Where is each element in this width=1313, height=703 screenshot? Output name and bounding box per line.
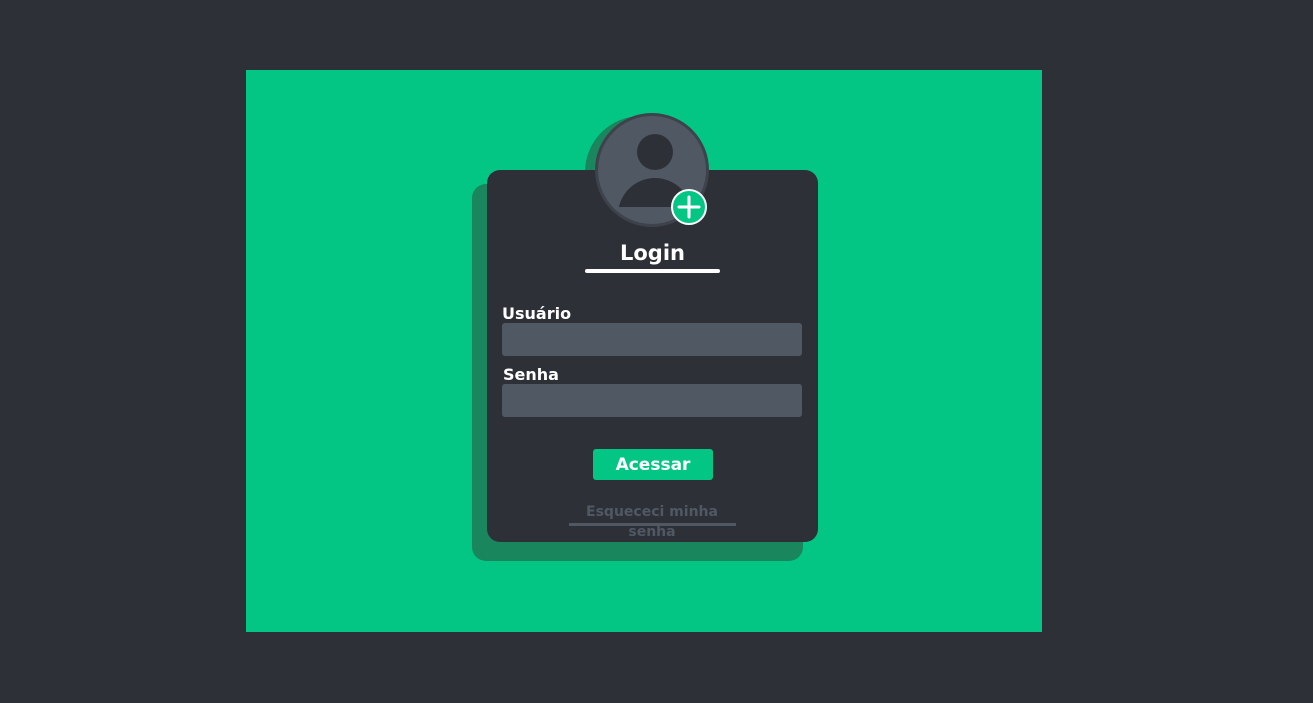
forgot-password-underline	[569, 523, 736, 526]
plus-icon	[677, 195, 701, 219]
add-photo-button[interactable]	[671, 189, 707, 225]
title-underline	[585, 269, 720, 273]
username-input[interactable]	[502, 323, 802, 356]
password-input[interactable]	[502, 384, 802, 417]
username-label: Usuário	[502, 304, 572, 323]
login-submit-button[interactable]: Acessar	[593, 449, 713, 480]
login-title: Login	[620, 241, 685, 265]
password-label: Senha	[503, 365, 559, 384]
forgot-password-link[interactable]: Esquececi minha senha	[568, 502, 736, 542]
avatar-head	[637, 134, 673, 170]
